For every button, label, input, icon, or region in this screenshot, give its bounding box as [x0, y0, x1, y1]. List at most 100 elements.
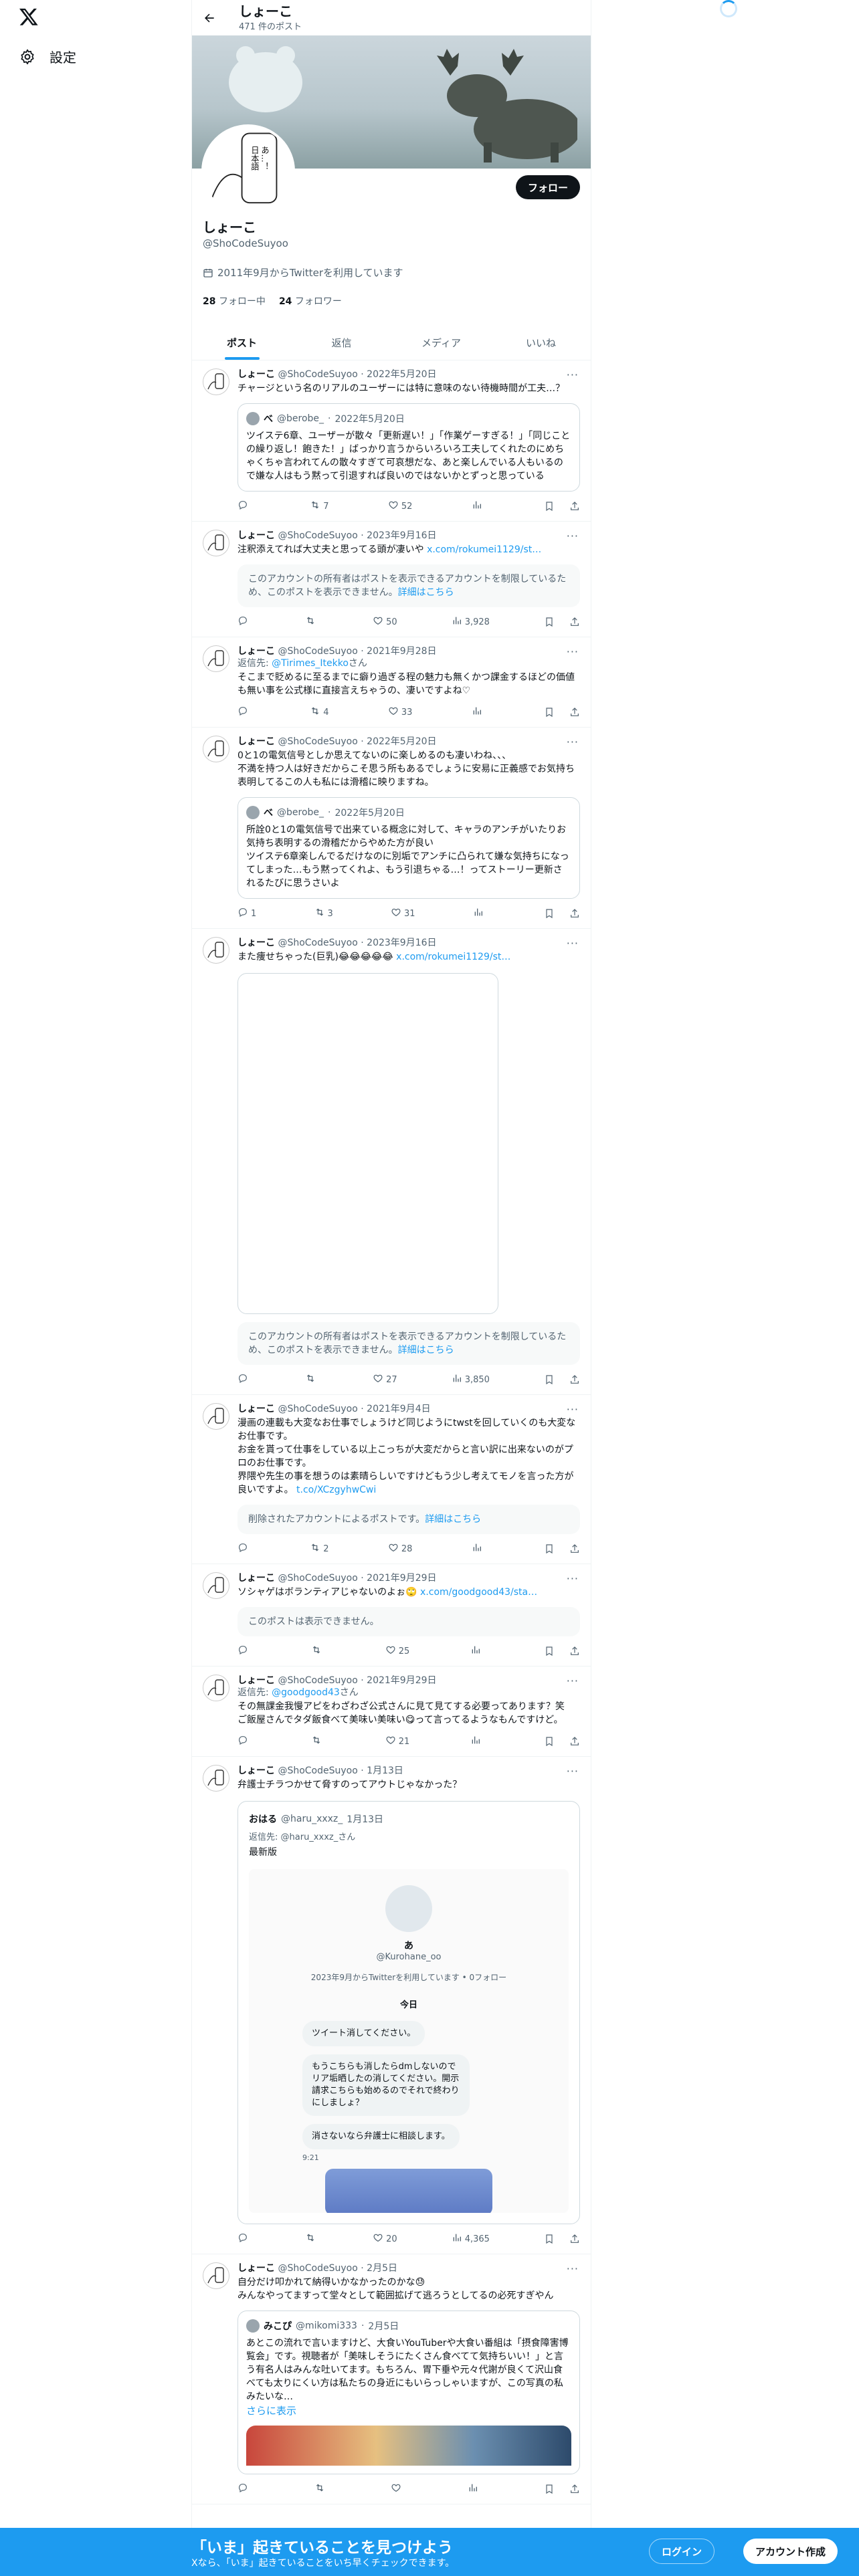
quoted-media-image[interactable]	[246, 2426, 571, 2466]
share-icon[interactable]	[569, 2234, 580, 2244]
bookmark-icon[interactable]	[544, 2234, 555, 2244]
post-item[interactable]: ··· しょーこ @ShoCodeSuyoo · 2022年5月20日 チャージとい…	[192, 360, 591, 522]
like-button[interactable]: 21	[385, 1735, 409, 1748]
settings-link[interactable]: 設定	[19, 47, 76, 66]
share-icon[interactable]	[569, 617, 580, 627]
share-icon[interactable]	[569, 501, 580, 512]
post-author-handle[interactable]: @ShoCodeSuyoo	[278, 736, 357, 747]
share-icon[interactable]	[569, 707, 580, 718]
bookmark-icon[interactable]	[544, 1374, 555, 1385]
post-author-name[interactable]: しょーこ	[237, 1675, 275, 1686]
post-item[interactable]: ··· しょーこ @ShoCodeSuyoo · 2月5日 自分だけ叩かれて納得いか…	[192, 2254, 591, 2504]
more-options-icon[interactable]: ···	[567, 1675, 579, 1687]
repost-button[interactable]	[311, 1644, 324, 1658]
views-button[interactable]	[472, 500, 485, 513]
post-avatar[interactable]	[203, 2262, 229, 2289]
post-link[interactable]: x.com/rokumei1129/st…	[396, 952, 510, 962]
views-button[interactable]: 3,850	[452, 1373, 490, 1386]
like-button[interactable]: 31	[391, 907, 415, 920]
like-button[interactable]: 50	[373, 615, 397, 629]
views-button[interactable]	[470, 1735, 484, 1748]
more-options-icon[interactable]: ···	[567, 2262, 579, 2275]
like-button[interactable]: 52	[388, 500, 412, 513]
post-item[interactable]: ··· しょーこ @ShoCodeSuyoo · 2021年9月29日 返信先: @…	[192, 1667, 591, 1757]
post-item[interactable]: ··· しょーこ @ShoCodeSuyoo · 1月13日 弁護士チラつかせて脅す…	[192, 1757, 591, 2254]
views-button[interactable]	[468, 2482, 481, 2496]
quoted-post[interactable]: べ @berobe_ · 2022年5月20日 ツイステ6章、ユーザーが散々「更新遅い！…	[237, 403, 580, 492]
reply-to-handle[interactable]: @goodgood43	[272, 1687, 340, 1698]
post-author-name[interactable]: しょーこ	[237, 736, 275, 747]
post-link[interactable]: x.com/goodgood43/sta…	[420, 1587, 537, 1598]
repost-button[interactable]	[305, 2232, 318, 2246]
post-item[interactable]: ··· しょーこ @ShoCodeSuyoo · 2023年9月16日 また痩せちゃ…	[192, 929, 591, 1395]
post-author-handle[interactable]: @ShoCodeSuyoo	[278, 1573, 357, 1584]
tab-media[interactable]: メディア	[391, 325, 491, 360]
post-item[interactable]: ··· しょーこ @ShoCodeSuyoo · 2021年9月4日 漫画の連載も大…	[192, 1395, 591, 1564]
views-button[interactable]	[470, 1644, 484, 1658]
post-author-name[interactable]: しょーこ	[237, 938, 275, 948]
post-author-handle[interactable]: @ShoCodeSuyoo	[278, 530, 357, 541]
post-author-handle[interactable]: @ShoCodeSuyoo	[278, 369, 357, 380]
bookmark-icon[interactable]	[544, 908, 555, 919]
dm-screenshot-image[interactable]: あ @Kurohane_oo 2023年9月からTwitterを利用しています • …	[249, 1869, 569, 2213]
x-logo-icon[interactable]	[19, 7, 39, 27]
repost-button[interactable]: 7	[310, 500, 329, 513]
post-author-handle[interactable]: @ShoCodeSuyoo	[278, 1675, 357, 1686]
share-icon[interactable]	[569, 1543, 580, 1554]
more-options-icon[interactable]: ···	[567, 1572, 579, 1585]
quoted-post-with-image[interactable]: おはる @haru_xxxz_ 1月13日 返信先: @haru_xxxz_さん 最新版…	[237, 1801, 580, 2224]
login-button[interactable]: ログイン	[648, 2539, 714, 2564]
bookmark-icon[interactable]	[544, 501, 555, 512]
post-author-handle[interactable]: @ShoCodeSuyoo	[278, 1404, 357, 1414]
post-author-name[interactable]: しょーこ	[237, 1573, 275, 1584]
post-date[interactable]: 2023年9月16日	[367, 530, 436, 541]
post-avatar[interactable]	[203, 1403, 229, 1430]
post-avatar[interactable]	[203, 736, 229, 762]
repost-button[interactable]: 3	[314, 907, 333, 920]
post-date[interactable]: 1月13日	[367, 1765, 403, 1776]
post-item[interactable]: ··· しょーこ @ShoCodeSuyoo · 2022年5月20日 0と1の電気…	[192, 728, 591, 929]
more-options-icon[interactable]: ···	[567, 1403, 579, 1416]
reply-to-handle[interactable]: @Tirimes_Itekko	[272, 658, 349, 669]
post-avatar[interactable]	[203, 1572, 229, 1599]
like-button[interactable]: 25	[385, 1644, 409, 1658]
post-date[interactable]: 2022年5月20日	[367, 369, 436, 380]
like-button[interactable]: 27	[373, 1373, 397, 1386]
repost-button[interactable]	[314, 2482, 328, 2496]
tab-posts[interactable]: ポスト	[192, 325, 292, 360]
post-date[interactable]: 2022年5月20日	[367, 736, 436, 747]
bookmark-icon[interactable]	[544, 2484, 555, 2494]
views-button[interactable]	[472, 1542, 485, 1555]
show-more-link[interactable]: さらに表示	[246, 2403, 571, 2418]
post-avatar[interactable]	[203, 645, 229, 672]
post-author-name[interactable]: しょーこ	[237, 1404, 275, 1414]
followers-link[interactable]: 24 フォロワー	[279, 294, 342, 308]
reply-button[interactable]	[237, 1373, 251, 1386]
post-author-handle[interactable]: @ShoCodeSuyoo	[278, 1765, 357, 1776]
post-avatar[interactable]	[203, 1675, 229, 1701]
post-date[interactable]: 2021年9月29日	[367, 1573, 436, 1584]
reply-button[interactable]	[237, 500, 251, 513]
post-author-name[interactable]: しょーこ	[237, 646, 275, 657]
bookmark-icon[interactable]	[544, 1543, 555, 1554]
post-author-name[interactable]: しょーこ	[237, 369, 275, 380]
post-author-handle[interactable]: @ShoCodeSuyoo	[278, 2263, 357, 2274]
like-button[interactable]	[391, 2482, 404, 2496]
post-item[interactable]: ··· しょーこ @ShoCodeSuyoo · 2021年9月28日 返信先: @…	[192, 637, 591, 728]
post-avatar[interactable]	[203, 368, 229, 395]
reply-button[interactable]	[237, 2482, 251, 2496]
post-date[interactable]: 2023年9月16日	[367, 938, 436, 948]
share-icon[interactable]	[569, 1374, 580, 1385]
more-options-icon[interactable]: ···	[567, 645, 579, 658]
like-button[interactable]: 20	[373, 2232, 397, 2246]
more-options-icon[interactable]: ···	[567, 1765, 579, 1778]
signup-button[interactable]: アカウント作成	[743, 2539, 838, 2564]
post-link[interactable]: t.co/XCzgyhwCwi	[296, 1485, 376, 1495]
repost-button[interactable]	[311, 1735, 324, 1748]
views-button[interactable]	[473, 907, 486, 920]
repost-button[interactable]	[305, 615, 318, 629]
post-author-name[interactable]: しょーこ	[237, 530, 275, 541]
post-date[interactable]: 2月5日	[367, 2263, 397, 2274]
post-author-name[interactable]: しょーこ	[237, 2263, 275, 2274]
following-link[interactable]: 28 フォロー中	[203, 294, 266, 308]
